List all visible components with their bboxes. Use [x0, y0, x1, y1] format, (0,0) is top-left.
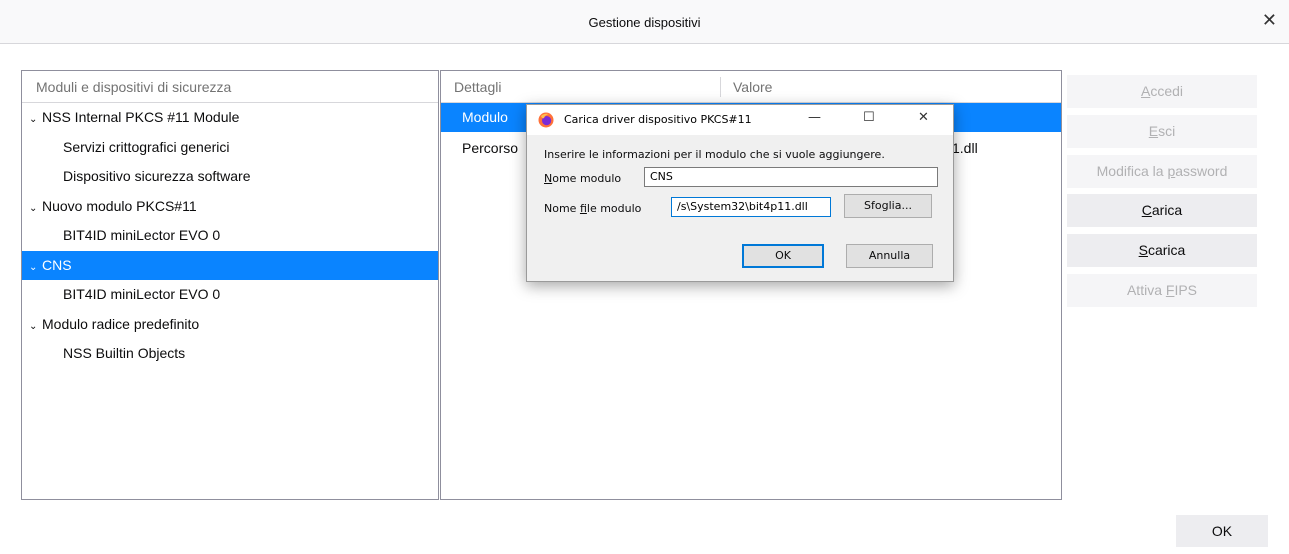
chevron-down-icon[interactable]: ⌄: [29, 194, 39, 224]
dialog-titlebar: Carica driver dispositivo PKCS#11 — ☐ ✕: [527, 105, 953, 135]
window-titlebar: Gestione dispositivi ✕: [0, 0, 1289, 44]
tree-row-label: Dispositivo sicurezza software: [63, 168, 251, 184]
module-name-input[interactable]: CNS: [644, 167, 938, 187]
tree-row[interactable]: NSS Builtin Objects: [22, 339, 438, 369]
window-title: Gestione dispositivi: [588, 15, 701, 30]
minimize-icon[interactable]: —: [808, 110, 821, 125]
dialog-close-icon[interactable]: ✕: [918, 110, 929, 125]
unload-label: carica: [1147, 242, 1186, 258]
tree-rows: ⌄ NSS Internal PKCS #11 Module Servizi cri…: [22, 103, 438, 369]
tree-row[interactable]: ⌄ CNS: [22, 250, 438, 283]
chevron-down-icon[interactable]: ⌄: [29, 105, 39, 135]
details-column-header[interactable]: Dettagli: [454, 71, 501, 103]
change-password-button[interactable]: Modifica la password: [1067, 155, 1257, 188]
details-header: Dettagli Valore: [441, 71, 1061, 103]
tree-row-label: Nuovo modulo PKCS#11: [42, 197, 197, 214]
tree-row[interactable]: BIT4ID miniLector EVO 0: [22, 221, 438, 251]
tree-row-label: NSS Internal PKCS #11 Module: [42, 109, 240, 125]
login-label: ccedi: [1150, 83, 1184, 99]
change-password-label: Modifica la password: [1096, 163, 1228, 179]
tree-row-label: BIT4ID miniLector EVO 0: [63, 286, 221, 302]
module-file-input[interactable]: /s\System32\bit4p11.dll: [671, 197, 831, 217]
close-window-button[interactable]: ✕: [1262, 10, 1277, 30]
logout-button[interactable]: Esci: [1067, 115, 1257, 148]
chevron-down-icon[interactable]: ⌄: [29, 312, 39, 342]
security-modules-tree[interactable]: Moduli e dispositivi di sicurezza ⌄ NSS I…: [21, 70, 439, 500]
tree-row[interactable]: ⌄ Modulo radice predefinito: [22, 310, 438, 340]
dialog-title: Carica driver dispositivo PKCS#11: [564, 113, 752, 126]
tree-row-label: CNS: [42, 256, 72, 273]
maximize-icon[interactable]: ☐: [863, 110, 875, 125]
dialog-prompt: Inserire le informazioni per il modulo c…: [544, 148, 885, 161]
tree-row-label: Modulo radice predefinito: [42, 315, 200, 332]
browse-button[interactable]: Sfoglia...: [844, 194, 932, 218]
tree-row-label: Servizi crittografici generici: [63, 138, 230, 155]
enable-fips-button[interactable]: Attiva FIPS: [1067, 274, 1257, 307]
tree-row[interactable]: ⌄ Nuovo modulo PKCS#11: [22, 192, 438, 222]
ok-button[interactable]: OK: [1176, 515, 1268, 547]
details-row-value: 1.dll: [952, 140, 978, 156]
enable-fips-label: Attiva FIPS: [1126, 282, 1198, 298]
load-label: arica: [1151, 202, 1183, 218]
firefox-icon: [538, 112, 554, 128]
details-row-label: Percorso: [462, 140, 519, 156]
load-pkcs11-dialog: Carica driver dispositivo PKCS#11 — ☐ ✕ …: [526, 104, 954, 282]
chevron-down-icon[interactable]: ⌄: [29, 253, 39, 283]
logout-label: sci: [1158, 123, 1176, 139]
unload-button[interactable]: Scarica: [1067, 234, 1257, 267]
tree-row[interactable]: ⌄ NSS Internal PKCS #11 Module: [22, 103, 438, 133]
dialog-ok-button[interactable]: OK: [742, 244, 824, 268]
dialog-cancel-button[interactable]: Annulla: [846, 244, 933, 268]
load-button[interactable]: Carica: [1067, 194, 1257, 227]
tree-row[interactable]: Servizi crittografici generici: [22, 133, 438, 163]
tree-row[interactable]: BIT4ID miniLector EVO 0: [22, 280, 438, 310]
details-row-label: Modulo: [462, 109, 508, 125]
tree-row-label: NSS Builtin Objects: [63, 345, 186, 361]
column-separator[interactable]: [720, 77, 721, 97]
login-button[interactable]: Accedi: [1067, 75, 1257, 108]
tree-row[interactable]: Dispositivo sicurezza software: [22, 162, 438, 192]
tree-column-header[interactable]: Moduli e dispositivi di sicurezza: [22, 71, 438, 103]
module-name-label: Nome modulo: [544, 172, 622, 185]
tree-row-label: BIT4ID miniLector EVO 0: [63, 227, 221, 243]
value-column-header[interactable]: Valore: [733, 71, 772, 103]
module-file-label: Nome file modulo: [544, 202, 642, 215]
